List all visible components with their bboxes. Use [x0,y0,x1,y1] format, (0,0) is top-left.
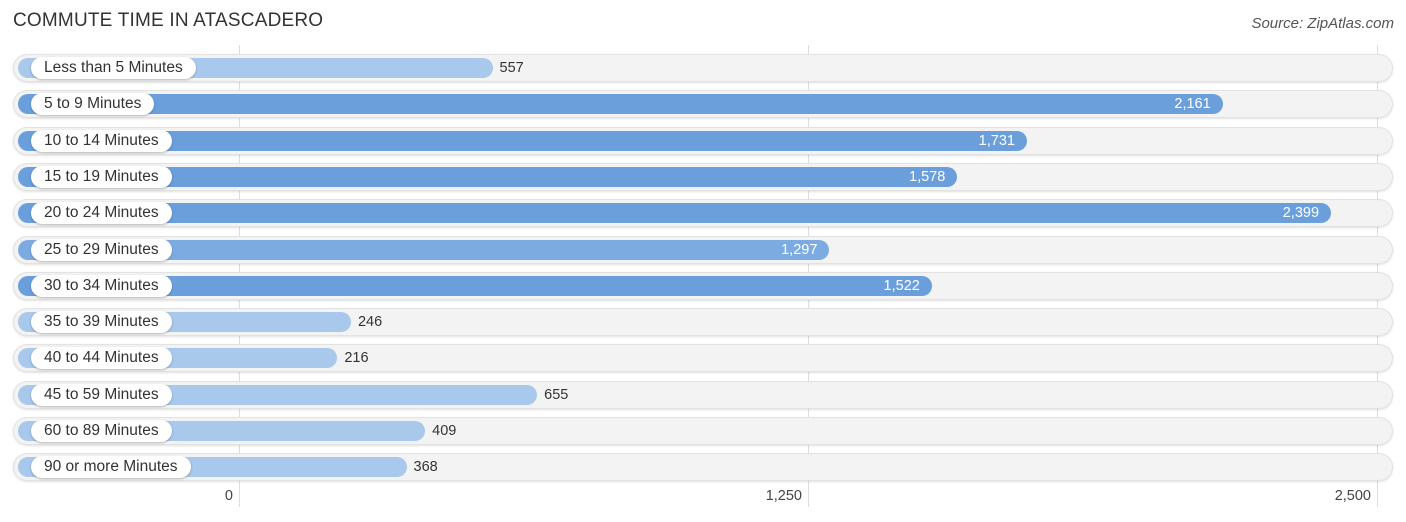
value-label: 1,578 [909,168,946,185]
value-label: 409 [432,423,457,439]
category-label: 60 to 89 Minutes [31,420,172,442]
bar[interactable] [18,203,1332,224]
value-label: 1,731 [978,132,1015,149]
category-label: 5 to 9 Minutes [31,93,155,116]
bar-chart: Less than 5 Minutes 557 5 to 9 Minutes 2,16… [0,0,1406,522]
value-label: 557 [499,60,524,76]
value-label: 2,161 [1174,96,1211,113]
value-label: 368 [413,459,438,476]
value-label: 1,522 [883,277,920,294]
category-label: 15 to 19 Minutes [31,165,172,188]
value-label: 655 [544,386,569,403]
value-label: 216 [344,350,369,367]
value-label: 1,297 [781,241,818,258]
x-tick-label: 2,500 [1334,488,1371,504]
category-label: Less than 5 Minutes [31,57,196,79]
category-label: 25 to 29 Minutes [31,238,172,261]
category-label: 10 to 14 Minutes [31,129,172,152]
category-label: 30 to 34 Minutes [31,274,172,297]
category-label: 45 to 59 Minutes [31,383,172,406]
category-label: 35 to 39 Minutes [31,311,172,334]
x-tick-label: 1,250 [765,488,802,504]
x-tick-label: 0 [224,488,233,504]
bar[interactable] [18,94,1223,115]
category-label: 40 to 44 Minutes [31,347,172,370]
category-label: 20 to 24 Minutes [31,202,172,225]
category-label: 90 or more Minutes [31,456,191,479]
value-label: 2,399 [1282,205,1320,222]
value-label: 246 [357,314,383,331]
